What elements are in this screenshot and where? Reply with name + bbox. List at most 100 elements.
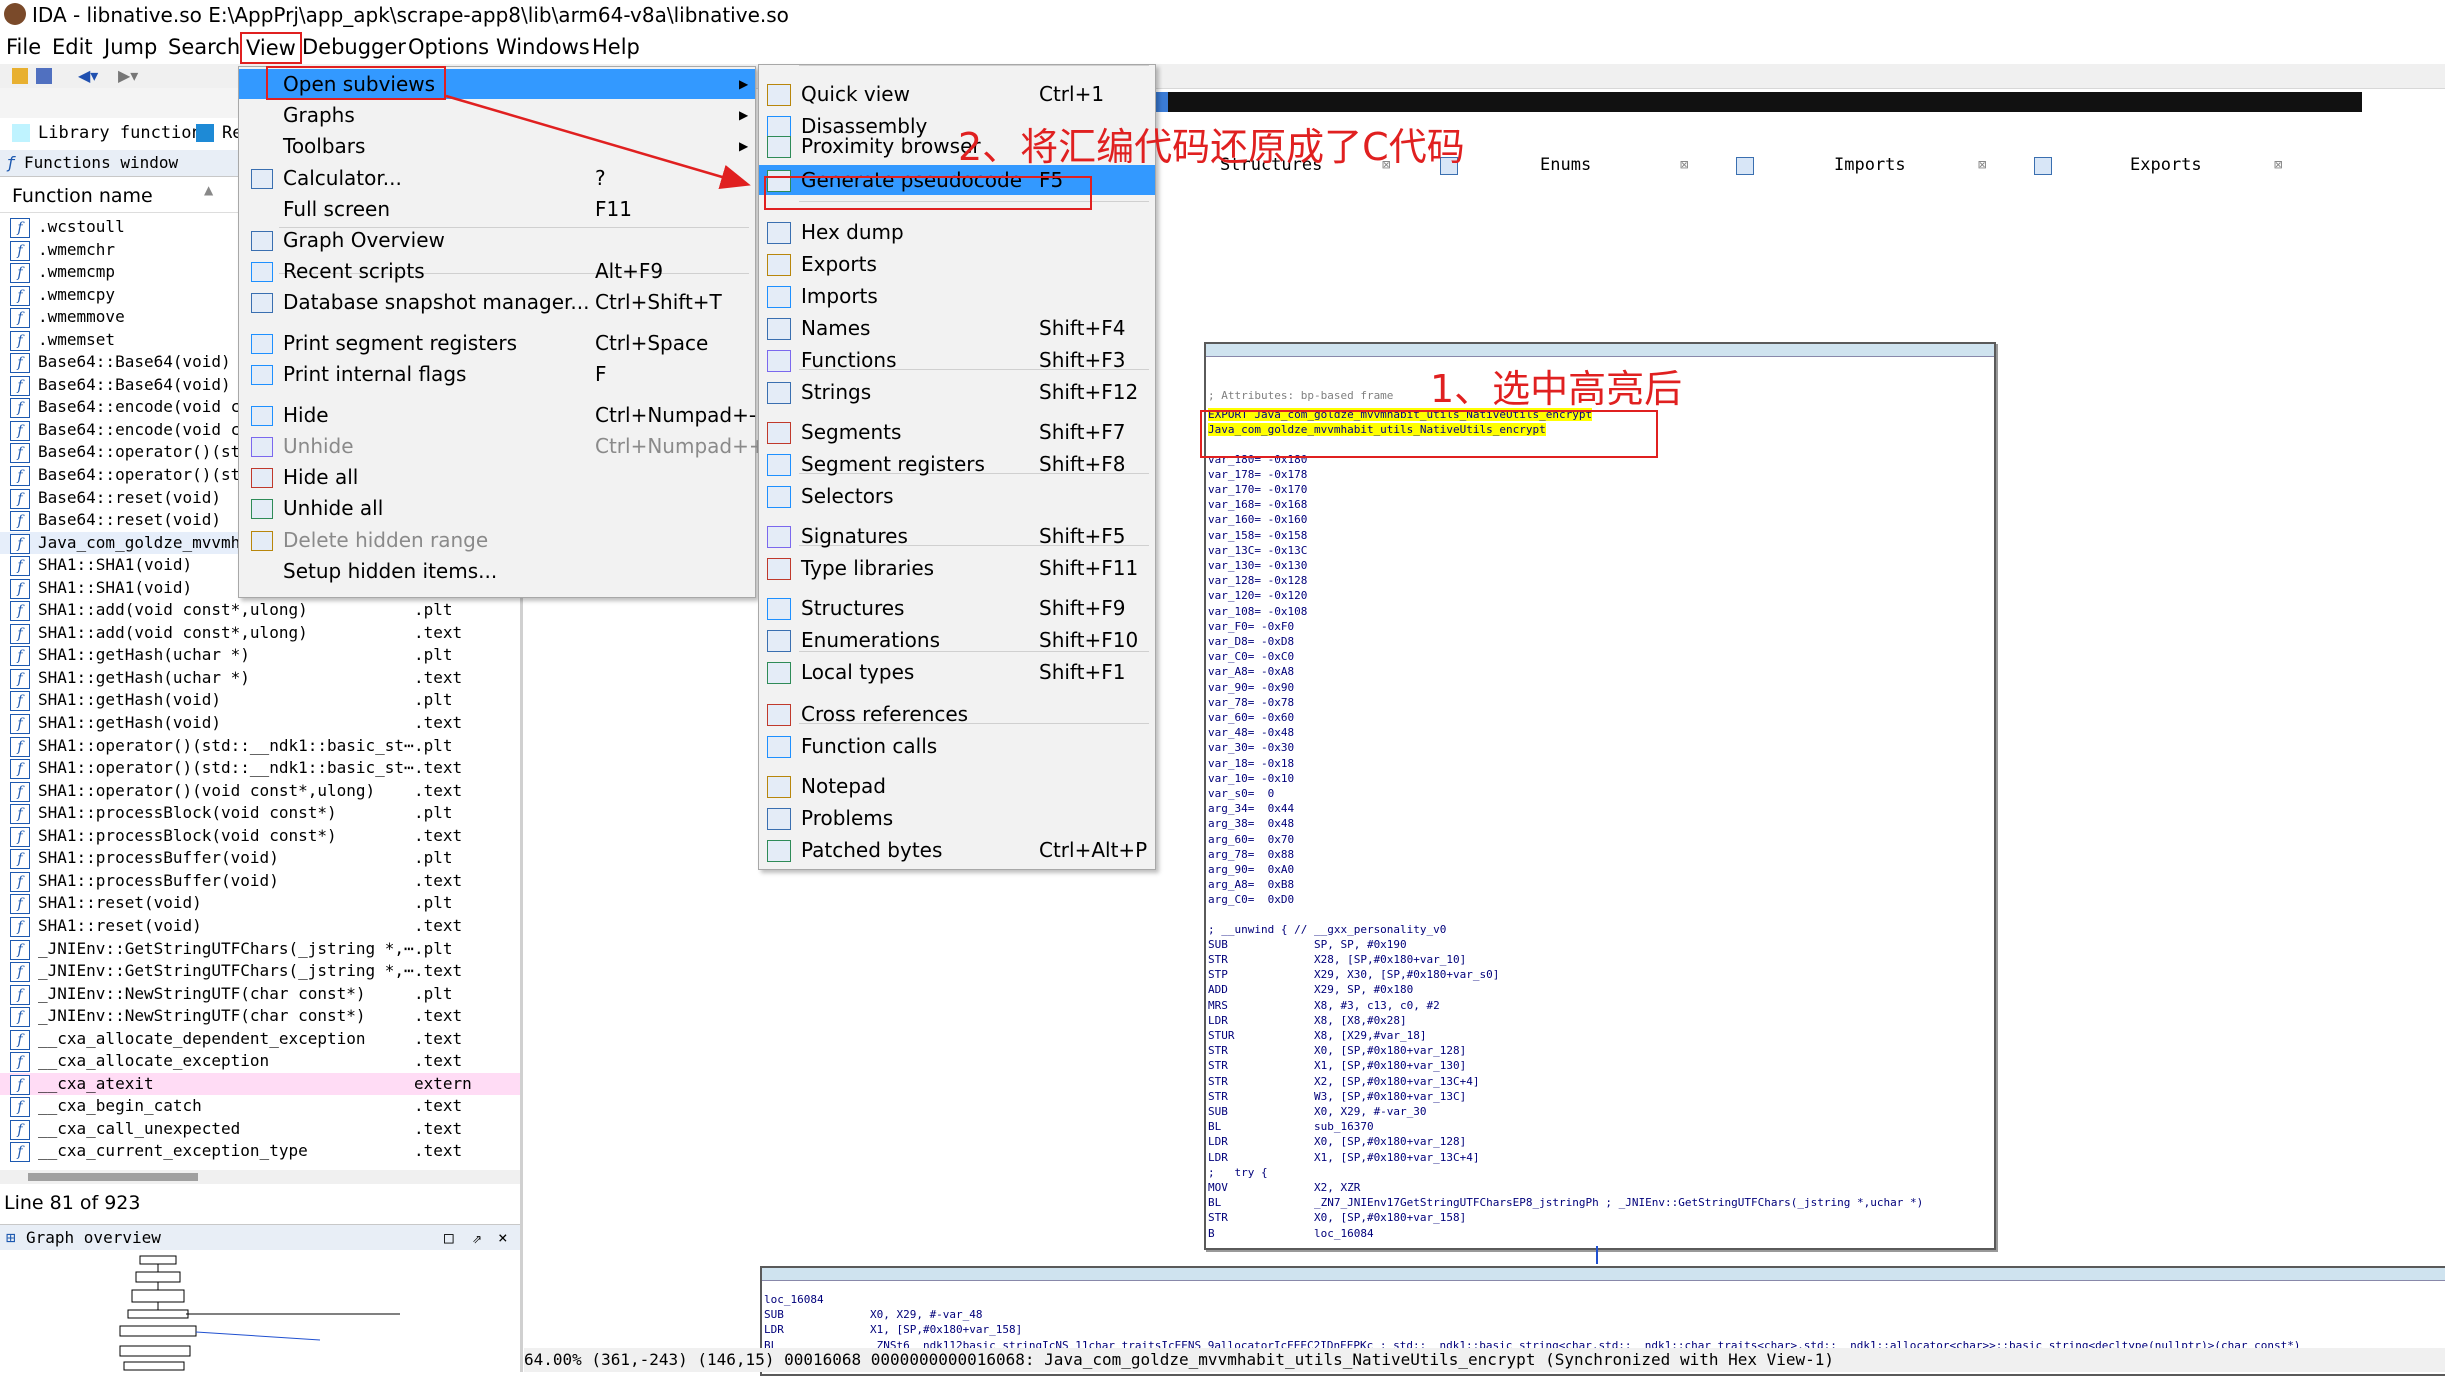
subview-item-function-calls[interactable]: Function calls xyxy=(759,731,1155,761)
asm-instruction: MOV X2, XZR xyxy=(1208,1181,1361,1194)
view-menu-item-graphs[interactable]: Graphs ▶ xyxy=(239,100,755,130)
subview-item-structures[interactable]: Structures Shift+F9 xyxy=(759,593,1155,623)
tab-enums[interactable]: Enums xyxy=(1540,150,1591,180)
subview-item-imports[interactable]: Imports xyxy=(759,281,1155,311)
view-menu-item-setup-hidden-items[interactable]: Setup hidden items... xyxy=(239,556,755,586)
subview-item-segment-registers[interactable]: Segment registers Shift+F8 xyxy=(759,449,1155,479)
asm-instruction: ADD X29, SP, #0x180 xyxy=(1208,983,1414,997)
function-row[interactable]: f SHA1::add(void const*,ulong) .plt xyxy=(0,599,520,622)
tab-exports[interactable]: Exports xyxy=(2130,150,2202,180)
menu-edit[interactable]: Edit xyxy=(48,30,97,64)
function-row[interactable]: f SHA1::processBuffer(void) .text xyxy=(0,870,520,893)
subview-item-exports[interactable]: Exports xyxy=(759,249,1155,279)
menu-windows[interactable]: Windows xyxy=(492,30,594,64)
function-row[interactable]: f SHA1::operator()(std::__ndk1::basic_st⋯… xyxy=(0,735,520,758)
subview-item-signatures[interactable]: Signatures Shift+F5 xyxy=(759,521,1155,551)
function-row[interactable]: f __cxa_begin_catch .text xyxy=(0,1095,520,1118)
function-row[interactable]: f _JNIEnv::NewStringUTF(char const*) .plt xyxy=(0,983,520,1006)
graph-overview-canvas[interactable] xyxy=(0,1250,520,1372)
function-row[interactable]: f SHA1::getHash(uchar *) .plt xyxy=(0,644,520,667)
subview-item-selectors[interactable]: Selectors xyxy=(759,481,1155,511)
function-row[interactable]: f _JNIEnv::GetStringUTFChars(_jstring *,⋯… xyxy=(0,938,520,961)
function-name: .wmemchr xyxy=(38,239,116,259)
function-row[interactable]: f __cxa_allocate_dependent_exception .text xyxy=(0,1028,520,1051)
close-icon[interactable]: × xyxy=(498,1225,508,1251)
view-menu-item-hide[interactable]: Hide Ctrl+Numpad+- xyxy=(239,400,756,430)
menu-debugger[interactable]: Debugger xyxy=(298,30,410,64)
function-name: __cxa_allocate_dependent_exception xyxy=(38,1028,366,1048)
graph-node-main[interactable]: ; Attributes: bp-based frame EXPORT Java_… xyxy=(1204,342,1996,1250)
subview-item-strings[interactable]: Strings Shift+F12 xyxy=(759,377,1155,407)
subview-item-functions[interactable]: Functions Shift+F3 xyxy=(759,345,1155,375)
function-row[interactable]: f SHA1::reset(void) .plt xyxy=(0,892,520,915)
subview-item-hex-dump[interactable]: Hex dump xyxy=(759,217,1155,247)
function-name: _JNIEnv::NewStringUTF(char const*) xyxy=(38,1006,366,1026)
navigation-band[interactable] xyxy=(1150,92,2362,112)
close-icon[interactable]: ⊠ xyxy=(1680,150,1688,180)
menu-item-shortcut: Shift+F10 xyxy=(1039,628,1139,652)
view-menu-item-unhide-all[interactable]: Unhide all xyxy=(239,493,755,523)
node-header[interactable] xyxy=(1206,344,1994,357)
function-row[interactable]: f SHA1::operator()(void const*,ulong) .tex… xyxy=(0,780,520,803)
subview-item-patched-bytes[interactable]: Patched bytes Ctrl+Alt+P xyxy=(759,835,1155,865)
save-icon[interactable] xyxy=(36,68,52,84)
function-row[interactable]: f __cxa_call_unexpected .text xyxy=(0,1118,520,1141)
function-row[interactable]: f SHA1::reset(void) .text xyxy=(0,915,520,938)
view-menu-item-calculator[interactable]: Calculator...? xyxy=(239,163,755,193)
subview-item-local-types[interactable]: Local types Shift+F1 xyxy=(759,657,1155,687)
function-row[interactable]: f SHA1::processBlock(void const*) .text xyxy=(0,825,520,848)
view-menu-item-database-snapshot-manager[interactable]: Database snapshot manager... Ctrl+Shift+T xyxy=(239,287,755,317)
function-row[interactable]: f SHA1::getHash(void) .text xyxy=(0,712,520,735)
function-row[interactable]: f SHA1::operator()(std::__ndk1::basic_st⋯… xyxy=(0,757,520,780)
subview-item-names[interactable]: Names Shift+F4 xyxy=(759,313,1155,343)
view-menu-item-unhide[interactable]: Unhide Ctrl+Numpad++ xyxy=(239,431,766,461)
menu-jump[interactable]: Jump xyxy=(100,30,161,64)
view-menu-item-delete-hidden-range[interactable]: Delete hidden range xyxy=(239,525,755,555)
forward-icon[interactable]: ▶▾ xyxy=(118,66,138,85)
subview-item-type-libraries[interactable]: Type libraries Shift+F11 xyxy=(759,553,1155,583)
tab-imports[interactable]: Imports xyxy=(1834,150,1906,180)
view-menu-item-print-internal-flags[interactable]: Print internal flags F xyxy=(239,359,755,389)
view-menu-item-hide-all[interactable]: Hide all xyxy=(239,462,755,492)
menu-search[interactable]: Search xyxy=(164,30,244,64)
graph-overview-tab[interactable]: ⊞ Graph overview □ ⇗ × xyxy=(0,1224,520,1251)
menu-help[interactable]: Help xyxy=(588,30,644,64)
subview-item-cross-references[interactable]: Cross references xyxy=(759,699,1155,729)
function-row[interactable]: f __cxa_atexit extern xyxy=(0,1072,520,1096)
node-header[interactable] xyxy=(762,1268,2445,1281)
function-row[interactable]: f SHA1::add(void const*,ulong) .text xyxy=(0,622,520,645)
function-row[interactable]: f SHA1::getHash(void) .plt xyxy=(0,689,520,712)
asm-var: var_30= -0x30 xyxy=(1208,741,1295,755)
function-row[interactable]: f SHA1::getHash(uchar *) .text xyxy=(0,667,520,690)
function-icon: f xyxy=(10,714,30,735)
menu-options[interactable]: Options xyxy=(404,30,493,64)
restore-icon[interactable]: □ xyxy=(444,1225,454,1251)
functions-window-tab[interactable]: ƒ Functions window xyxy=(0,150,240,177)
function-row[interactable]: f _JNIEnv::GetStringUTFChars(_jstring *,⋯… xyxy=(0,960,520,983)
subview-item-segments[interactable]: Segments Shift+F7 xyxy=(759,417,1155,447)
close-icon[interactable]: ⊠ xyxy=(1978,150,1986,180)
function-row[interactable]: f SHA1::processBuffer(void) .plt xyxy=(0,847,520,870)
function-icon: f xyxy=(10,1119,30,1140)
view-menu-item-full-screen[interactable]: Full screen F11 xyxy=(239,194,755,224)
back-icon[interactable]: ◀▾ xyxy=(78,66,98,85)
view-menu-item-toolbars[interactable]: Toolbars ▶ xyxy=(239,131,755,161)
menu-view[interactable]: View xyxy=(240,32,302,64)
function-row[interactable]: f __cxa_current_exception_type .text xyxy=(0,1140,520,1163)
function-row[interactable]: f __cxa_allocate_exception .text xyxy=(0,1050,520,1073)
pin-icon[interactable]: ⇗ xyxy=(472,1225,482,1251)
subview-item-quick-view[interactable]: Quick view Ctrl+1 xyxy=(759,79,1155,109)
open-icon[interactable] xyxy=(12,68,28,84)
view-menu-item-graph-overview[interactable]: Graph Overview xyxy=(239,225,755,255)
close-icon[interactable]: ⊠ xyxy=(2274,150,2282,180)
subview-item-notepad[interactable]: Notepad xyxy=(759,771,1155,801)
function-row[interactable]: f SHA1::processBlock(void const*) .plt xyxy=(0,802,520,825)
horizontal-scrollbar[interactable] xyxy=(0,1170,520,1184)
menu-file[interactable]: File xyxy=(2,30,45,64)
function-row[interactable]: f _JNIEnv::NewStringUTF(char const*) .text xyxy=(0,1005,520,1028)
view-menu-item-recent-scripts[interactable]: Recent scripts Alt+F9 xyxy=(239,256,755,286)
view-menu-item-print-segment-registers[interactable]: Print segment registers Ctrl+Space xyxy=(239,328,755,358)
subview-item-enumerations[interactable]: Enumerations Shift+F10 xyxy=(759,625,1155,655)
function-name-header[interactable]: Function name ▲ xyxy=(0,180,240,213)
subview-item-problems[interactable]: Problems xyxy=(759,803,1155,833)
